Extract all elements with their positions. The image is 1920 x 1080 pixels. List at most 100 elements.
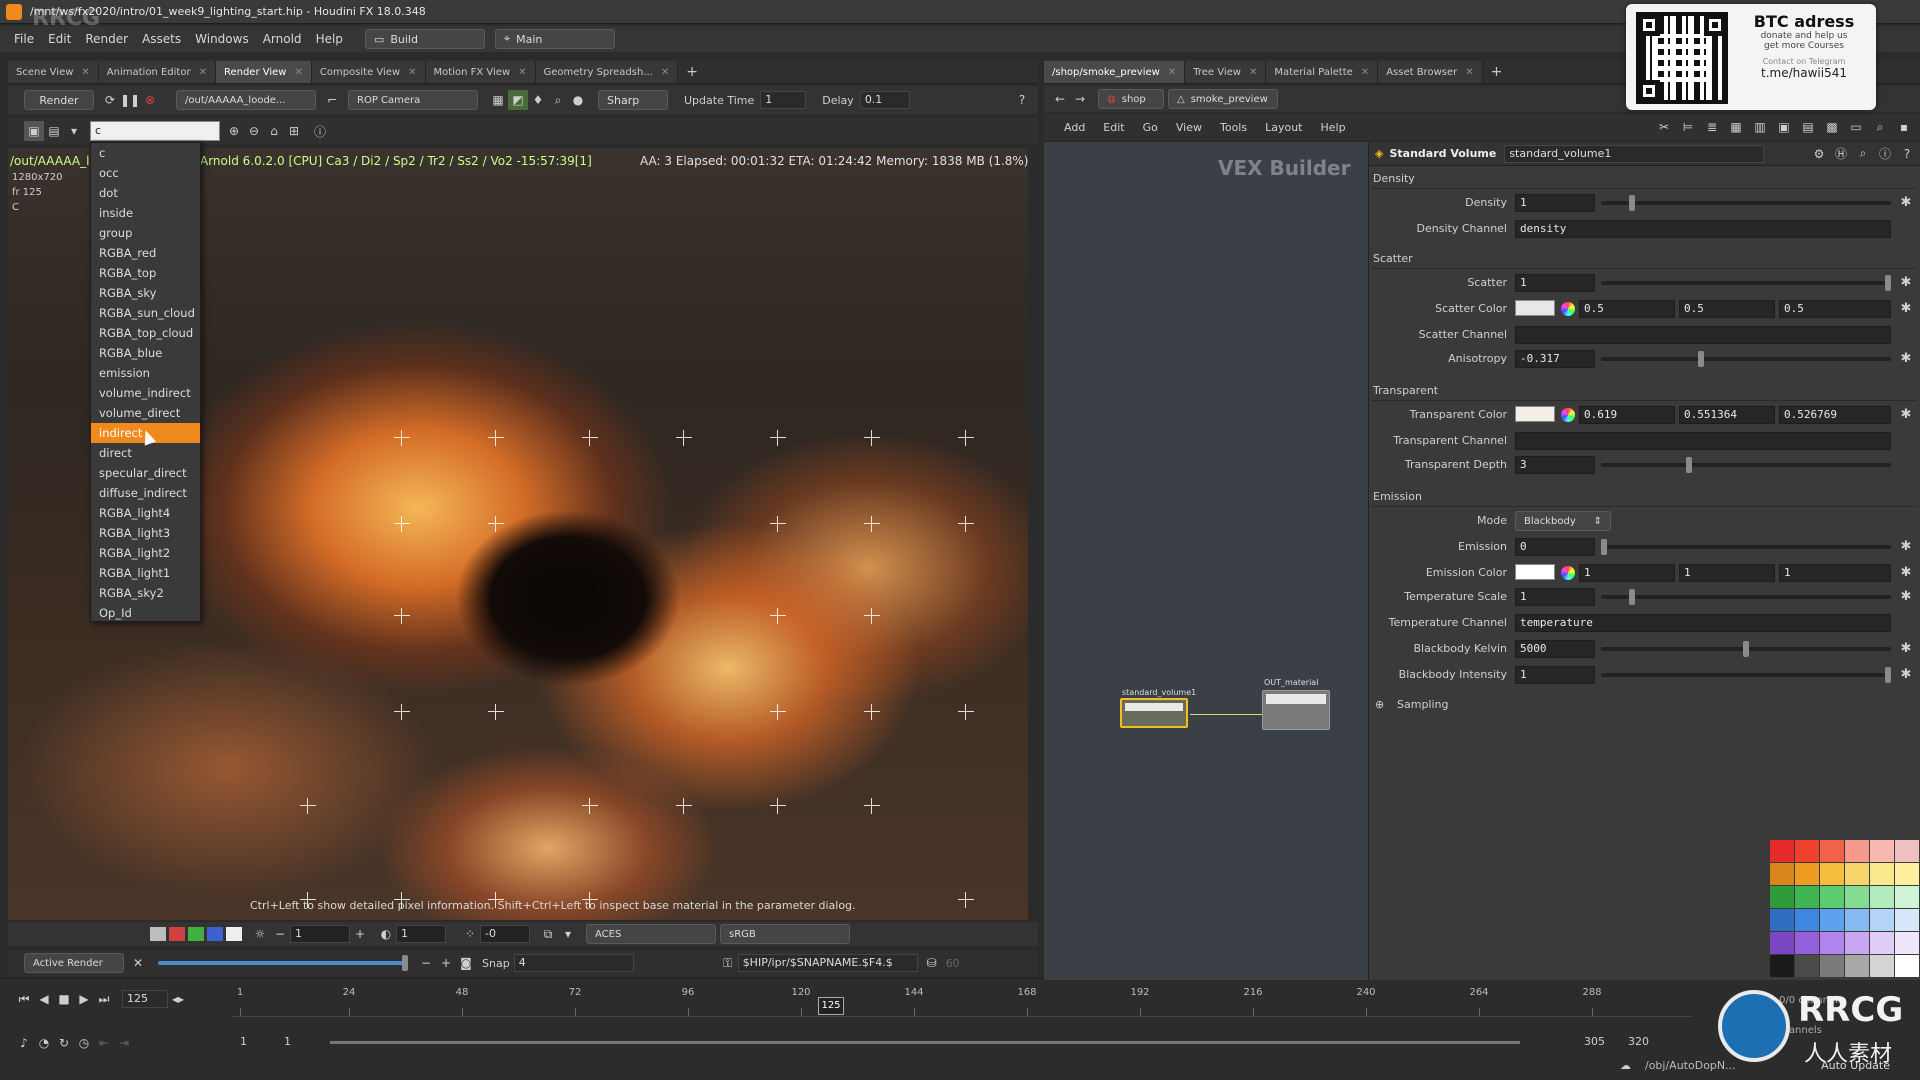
- menu-help[interactable]: Help: [316, 32, 343, 46]
- first-frame-icon[interactable]: ⏮: [14, 989, 34, 1009]
- slider-knob[interactable]: [1601, 539, 1607, 555]
- aov-option[interactable]: dot: [91, 183, 200, 203]
- palette-swatch[interactable]: [1895, 886, 1919, 908]
- temperature-scale-field[interactable]: 1: [1515, 588, 1595, 606]
- tools-icon[interactable]: ✂: [1654, 117, 1674, 137]
- exposure-plus-icon[interactable]: +: [350, 924, 370, 944]
- snap-field[interactable]: 4: [513, 954, 634, 972]
- palette-swatch[interactable]: [1870, 863, 1894, 885]
- minus-icon[interactable]: −: [416, 953, 436, 973]
- zoom-in-icon[interactable]: ⊕: [224, 121, 244, 141]
- gear-icon[interactable]: ✱: [1899, 196, 1913, 210]
- tab-motion-fx-view[interactable]: Motion FX View ✕: [425, 61, 536, 83]
- aov-option[interactable]: RGBA_blue: [91, 343, 200, 363]
- close-icon[interactable]: ✕: [128, 953, 148, 973]
- info-icon[interactable]: ⓘ: [310, 121, 330, 141]
- aov-option[interactable]: RGBA_top: [91, 263, 200, 283]
- help-book-icon[interactable]: Ⓗ: [1831, 144, 1851, 164]
- palette-swatch[interactable]: [1895, 955, 1919, 977]
- emission-slider[interactable]: [1601, 539, 1891, 555]
- blackbody-intensity-field[interactable]: 1: [1515, 666, 1595, 684]
- camera-dropdown[interactable]: ROP Camera: [348, 90, 478, 110]
- gear-icon[interactable]: ✱: [1899, 668, 1913, 682]
- menu-assets[interactable]: Assets: [142, 32, 181, 46]
- aov-option[interactable]: RGBA_sky: [91, 283, 200, 303]
- zoom-icon[interactable]: ⌕: [548, 90, 568, 110]
- menu-help[interactable]: Help: [1321, 121, 1346, 134]
- range-end-2[interactable]: 320: [1628, 1035, 1649, 1048]
- palette-swatch[interactable]: [1795, 909, 1819, 931]
- aov-option[interactable]: volume_indirect: [91, 383, 200, 403]
- lut-icon[interactable]: ⧉: [538, 924, 558, 944]
- palette-swatch[interactable]: [1845, 840, 1869, 862]
- last-frame-icon[interactable]: ⏭: [94, 989, 114, 1009]
- info-icon[interactable]: ⓘ: [1875, 144, 1895, 164]
- gear-icon[interactable]: ✱: [1899, 642, 1913, 656]
- palette-swatch[interactable]: [1820, 932, 1844, 954]
- tab-tree-view[interactable]: Tree View ✕: [1185, 61, 1267, 83]
- rgb-channel-icon[interactable]: [150, 927, 166, 941]
- density-slider[interactable]: [1601, 195, 1891, 211]
- section-emission[interactable]: Emission: [1373, 490, 1422, 503]
- palette-swatch[interactable]: [1870, 932, 1894, 954]
- shelf-dropdown[interactable]: ⌖ Main: [494, 29, 615, 49]
- add-tab-icon[interactable]: +: [678, 61, 706, 83]
- palette-swatch[interactable]: [1895, 840, 1919, 862]
- aov-option[interactable]: RGBA_light3: [91, 523, 200, 543]
- standard-volume-node[interactable]: [1120, 698, 1188, 728]
- render-button[interactable]: Render: [24, 90, 94, 110]
- palette-swatch[interactable]: [1845, 909, 1869, 931]
- note-icon[interactable]: ▤: [1798, 117, 1818, 137]
- close-icon[interactable]: ✕: [294, 67, 302, 78]
- aov-option[interactable]: inside: [91, 203, 200, 223]
- home-icon[interactable]: ⌂: [264, 121, 284, 141]
- next-key-icon[interactable]: ⇥: [114, 1033, 134, 1053]
- blue-channel-icon[interactable]: [207, 927, 223, 941]
- camera-pick-icon[interactable]: ⌐: [322, 90, 342, 110]
- gear-icon[interactable]: ✱: [1899, 352, 1913, 366]
- palette-swatch[interactable]: [1895, 863, 1919, 885]
- plus-icon[interactable]: +: [436, 953, 456, 973]
- preview-icon[interactable]: ◩: [508, 90, 528, 110]
- menu-view[interactable]: View: [1176, 121, 1202, 134]
- slider-knob[interactable]: [1743, 641, 1749, 657]
- close-icon[interactable]: ✕: [1465, 67, 1473, 78]
- exposure-field[interactable]: 1: [290, 925, 350, 943]
- gear-icon[interactable]: ✱: [1899, 566, 1913, 580]
- density-field[interactable]: 1: [1515, 194, 1595, 212]
- tab-scene-view[interactable]: Scene View ✕: [8, 61, 99, 83]
- menu-add[interactable]: Add: [1064, 121, 1085, 134]
- aov-option[interactable]: volume_direct: [91, 403, 200, 423]
- node-name-field[interactable]: standard_volume1: [1504, 144, 1765, 163]
- layout-icon[interactable]: ▥: [1750, 117, 1770, 137]
- transparent-color-g[interactable]: 0.551364: [1679, 406, 1775, 424]
- out-material-node[interactable]: [1262, 690, 1330, 730]
- emission-color-g[interactable]: 1: [1679, 564, 1775, 582]
- snapshot-list-icon[interactable]: ▤: [44, 121, 64, 141]
- mode-dropdown[interactable]: Blackbody ⇕: [1515, 511, 1611, 531]
- aov-option[interactable]: occ: [91, 163, 200, 183]
- aov-option[interactable]: RGBA_top_cloud: [91, 323, 200, 343]
- palette-swatch[interactable]: [1845, 955, 1869, 977]
- palette-swatch[interactable]: [1770, 886, 1794, 908]
- aov-option[interactable]: RGBA_sun_cloud: [91, 303, 200, 323]
- temperature-channel-field[interactable]: temperature: [1515, 614, 1891, 632]
- palette-swatch[interactable]: [1895, 932, 1919, 954]
- aov-option[interactable]: RGBA_light4: [91, 503, 200, 523]
- back-icon[interactable]: ←: [1050, 89, 1070, 109]
- transparent-channel-field[interactable]: [1515, 432, 1891, 450]
- slider-knob[interactable]: [1629, 589, 1636, 605]
- anisotropy-field[interactable]: -0.317: [1515, 350, 1595, 368]
- palette-swatch[interactable]: [1770, 863, 1794, 885]
- menu-layout[interactable]: Layout: [1265, 121, 1302, 134]
- add-tab-icon[interactable]: +: [1483, 61, 1511, 83]
- menu-edit[interactable]: Edit: [1103, 121, 1124, 134]
- red-channel-icon[interactable]: [169, 927, 185, 941]
- pin-icon[interactable]: ▪: [1894, 117, 1914, 137]
- palette-swatch[interactable]: [1870, 909, 1894, 931]
- section-density[interactable]: Density: [1373, 172, 1415, 185]
- path-context[interactable]: ◍ shop: [1098, 89, 1164, 109]
- tab-render-view[interactable]: Render View ✕: [215, 61, 312, 83]
- stop-icon[interactable]: ⊗: [140, 90, 160, 110]
- search-icon[interactable]: ⌕: [1853, 144, 1873, 164]
